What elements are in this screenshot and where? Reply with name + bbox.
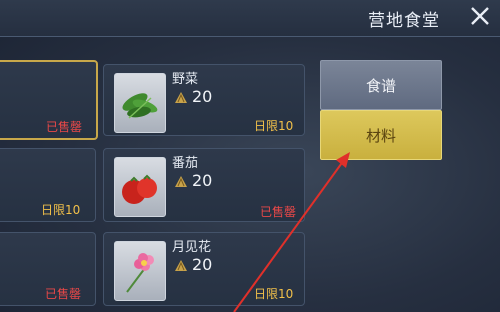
annotation-arrow	[233, 152, 350, 312]
canteen-screen: 营地食堂 已售罄 野菜 20 日限10 日限10 番茄 20 已售罄 已售罄 月…	[0, 0, 500, 312]
